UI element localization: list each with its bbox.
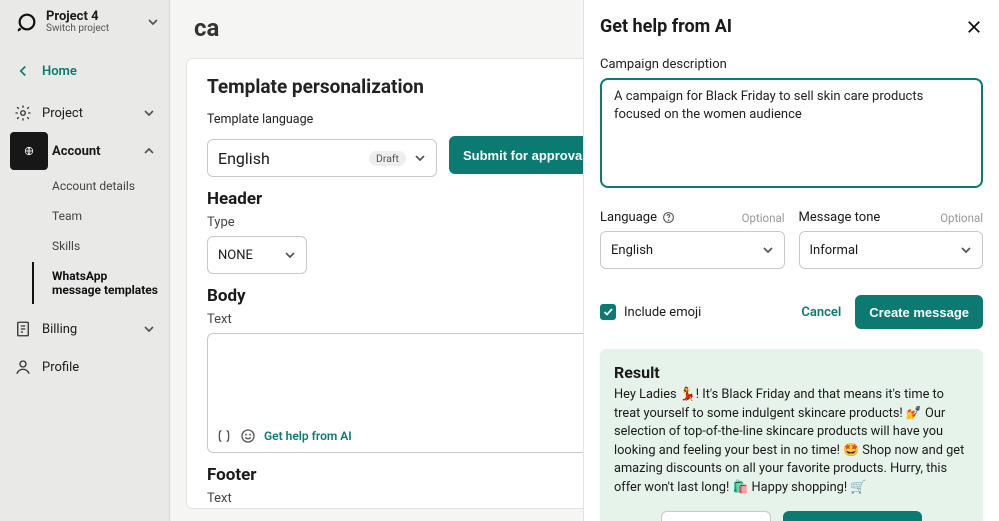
- chevron-down-icon: [143, 323, 155, 335]
- gear-icon: [14, 104, 32, 122]
- draft-badge: Draft: [369, 151, 406, 166]
- section-header-title: Header: [207, 189, 262, 209]
- template-language-value: English: [218, 149, 361, 168]
- account-subnav: Account details Team Skills WhatsApp mes…: [0, 170, 169, 310]
- sidebar-label-project: Project: [42, 106, 133, 121]
- chevron-down-icon: [147, 16, 159, 28]
- chevron-down-icon: [143, 107, 155, 119]
- sidebar-sub-skills[interactable]: Skills: [0, 232, 169, 260]
- tone-value: Informal: [810, 243, 961, 258]
- submit-for-approval-button[interactable]: Submit for approval: [449, 136, 600, 174]
- profile-icon: [14, 358, 32, 376]
- sidebar-sub-account-details[interactable]: Account details: [0, 172, 169, 200]
- invoice-icon: [14, 320, 32, 338]
- use-message-button[interactable]: Use message: [783, 511, 921, 521]
- help-icon[interactable]: [662, 211, 675, 224]
- chevron-down-icon: [414, 152, 426, 164]
- chevron-down-icon: [960, 244, 972, 256]
- cancel-button[interactable]: Cancel: [801, 305, 841, 320]
- language-select[interactable]: English: [600, 231, 785, 269]
- sidebar: Project 4 Switch project Home Project Ac…: [0, 0, 170, 521]
- project-switch-hint: Switch project: [46, 24, 109, 35]
- emoji-icon[interactable]: [240, 428, 256, 444]
- project-name: Project 4: [46, 10, 109, 24]
- sidebar-item-profile[interactable]: Profile: [0, 348, 169, 386]
- panel-title: Get help from AI: [600, 16, 732, 37]
- campaign-description-label: Campaign description: [600, 57, 983, 72]
- include-emoji-label: Include emoji: [624, 305, 701, 320]
- section-body-title: Body: [207, 286, 246, 306]
- home-link[interactable]: Home: [0, 54, 169, 88]
- globe-icon: [10, 132, 48, 170]
- result-heading: Result: [614, 363, 969, 382]
- language-value: English: [611, 243, 762, 258]
- template-language-select[interactable]: English Draft: [207, 139, 437, 177]
- home-label: Home: [42, 64, 77, 79]
- close-icon[interactable]: [965, 18, 983, 36]
- sidebar-label-billing: Billing: [42, 322, 133, 337]
- section-footer-title: Footer: [207, 465, 257, 485]
- tone-select[interactable]: Informal: [799, 231, 984, 269]
- sidebar-item-billing[interactable]: Billing: [0, 310, 169, 348]
- arrow-left-icon: [14, 62, 32, 80]
- sidebar-sub-team[interactable]: Team: [0, 202, 169, 230]
- language-label: Language: [600, 210, 657, 225]
- sidebar-label-account: Account: [52, 144, 133, 159]
- logo-icon: [16, 11, 38, 33]
- result-box: Result Hey Ladies 💃! It's Black Friday a…: [600, 349, 983, 521]
- sidebar-sub-whatsapp[interactable]: WhatsApp message templates: [32, 262, 169, 304]
- project-switcher[interactable]: Project 4 Switch project: [0, 6, 169, 46]
- include-emoji-checkbox[interactable]: Include emoji: [600, 304, 701, 320]
- header-type-select[interactable]: NONE: [207, 236, 307, 274]
- sidebar-label-profile: Profile: [42, 360, 155, 375]
- variable-icon[interactable]: [216, 428, 232, 444]
- sidebar-item-project[interactable]: Project: [0, 94, 169, 132]
- campaign-description-input[interactable]: [600, 78, 983, 188]
- tone-optional: Optional: [940, 211, 983, 225]
- body-toolbar: Get help from AI: [216, 428, 352, 444]
- try-again-button[interactable]: Try again: [661, 511, 771, 521]
- chevron-down-icon: [762, 244, 774, 256]
- create-message-button[interactable]: Create message: [855, 295, 983, 329]
- result-text: Hey Ladies 💃! It's Black Friday and that…: [614, 386, 969, 497]
- chevron-up-icon: [143, 145, 155, 157]
- checkbox-icon: [600, 304, 616, 320]
- header-type-value: NONE: [218, 248, 276, 263]
- tone-label: Message tone: [799, 210, 881, 225]
- ai-help-panel: Get help from AI Campaign description La…: [583, 0, 999, 521]
- get-help-from-ai-link[interactable]: Get help from AI: [264, 429, 352, 443]
- chevron-down-icon: [284, 249, 296, 261]
- language-optional: Optional: [742, 211, 785, 225]
